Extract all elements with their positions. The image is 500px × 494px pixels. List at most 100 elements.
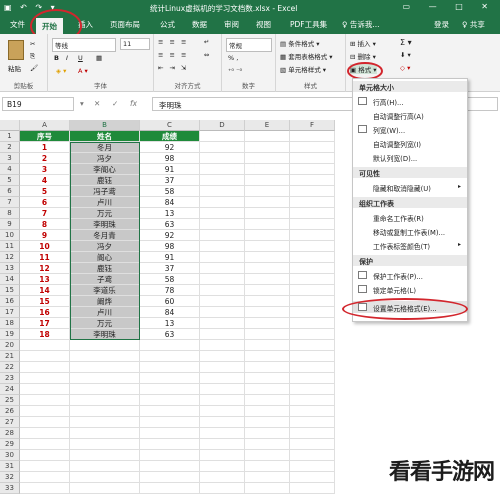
cell[interactable] [70, 395, 140, 406]
cell[interactable] [70, 373, 140, 384]
cell[interactable] [200, 142, 245, 153]
table-cell[interactable]: 冯夕 [70, 241, 140, 252]
cell[interactable] [290, 417, 335, 428]
table-cell[interactable]: 卢川 [70, 307, 140, 318]
row-header[interactable]: 10 [0, 230, 20, 241]
cell[interactable] [290, 263, 335, 274]
table-header-cell[interactable]: 序号 [20, 131, 70, 142]
autosum-button[interactable]: Σ ▾ [400, 38, 412, 47]
table-cell[interactable]: 92 [140, 142, 200, 153]
table-cell[interactable]: 37 [140, 263, 200, 274]
share-button[interactable]: ♀ 共享 [462, 19, 485, 30]
cell[interactable] [290, 395, 335, 406]
row-header[interactable]: 13 [0, 263, 20, 274]
cell[interactable] [290, 175, 335, 186]
table-cell[interactable]: 63 [140, 329, 200, 340]
cell[interactable] [290, 241, 335, 252]
row-header[interactable]: 32 [0, 472, 20, 483]
cell[interactable] [290, 131, 335, 142]
cell[interactable] [245, 483, 290, 494]
cell[interactable] [20, 472, 70, 483]
menu-item-auto-column-width[interactable]: 自动调整列宽(I) [353, 137, 467, 149]
cell[interactable] [200, 384, 245, 395]
cell[interactable] [245, 285, 290, 296]
tab-pdf-tools[interactable]: PDF工具集 [290, 19, 327, 30]
table-format-button[interactable]: ▦ 套用表格格式 ▾ [280, 51, 333, 61]
cell[interactable] [245, 307, 290, 318]
cell[interactable] [200, 131, 245, 142]
table-cell[interactable]: 98 [140, 153, 200, 164]
cell[interactable] [290, 428, 335, 439]
row-header[interactable]: 31 [0, 461, 20, 472]
cell[interactable] [20, 384, 70, 395]
row-header[interactable]: 8 [0, 208, 20, 219]
row-header[interactable]: 9 [0, 219, 20, 230]
menu-item-tab-color[interactable]: 工作表标签颜色(T) ▸ [353, 239, 467, 251]
cell[interactable] [20, 340, 70, 351]
row-header[interactable]: 30 [0, 450, 20, 461]
cell[interactable] [20, 439, 70, 450]
table-cell[interactable]: 91 [140, 164, 200, 175]
cell[interactable] [245, 241, 290, 252]
cell[interactable] [245, 329, 290, 340]
table-cell[interactable]: 13 [140, 318, 200, 329]
cell[interactable] [245, 274, 290, 285]
cell[interactable] [200, 483, 245, 494]
cell[interactable] [20, 373, 70, 384]
cell[interactable] [245, 373, 290, 384]
cell[interactable] [20, 362, 70, 373]
menu-item-default-width[interactable]: 默认列宽(D)... [353, 151, 467, 163]
tab-page-layout[interactable]: 页面布局 [110, 19, 140, 30]
cell-style-button[interactable]: ▧ 单元格样式 ▾ [280, 64, 326, 74]
cell[interactable] [200, 274, 245, 285]
table-cell[interactable]: 6 [20, 197, 70, 208]
bold-button[interactable]: B [54, 54, 59, 62]
column-header-B[interactable]: B [70, 120, 140, 131]
cell[interactable] [245, 153, 290, 164]
paste-icon[interactable] [8, 40, 24, 60]
cell[interactable] [290, 318, 335, 329]
cell[interactable] [245, 340, 290, 351]
cell[interactable] [200, 241, 245, 252]
column-header-E[interactable]: E [245, 120, 290, 131]
cell[interactable] [245, 142, 290, 153]
cell[interactable] [290, 472, 335, 483]
cell[interactable] [20, 406, 70, 417]
table-cell[interactable]: 4 [20, 175, 70, 186]
table-cell[interactable]: 63 [140, 219, 200, 230]
row-header[interactable]: 11 [0, 241, 20, 252]
merge-cells-icon[interactable]: ⇔ [204, 51, 209, 59]
row-header[interactable]: 27 [0, 417, 20, 428]
row-header[interactable]: 25 [0, 395, 20, 406]
table-cell[interactable]: 卢川 [70, 197, 140, 208]
table-cell[interactable]: 10 [20, 241, 70, 252]
cell[interactable] [200, 219, 245, 230]
tab-review[interactable]: 审阅 [224, 19, 239, 30]
row-header[interactable]: 26 [0, 406, 20, 417]
cell[interactable] [290, 153, 335, 164]
table-cell[interactable]: 李道乐 [70, 285, 140, 296]
cell[interactable] [20, 450, 70, 461]
column-header-A[interactable]: A [20, 120, 70, 131]
cell[interactable] [200, 351, 245, 362]
table-cell[interactable]: 冬月青 [70, 230, 140, 241]
sign-in-link[interactable]: 登录 [434, 19, 449, 30]
cell[interactable] [290, 329, 335, 340]
menu-item-hide-unhide[interactable]: 隐藏和取消隐藏(U) ▸ [353, 181, 467, 193]
cell[interactable] [70, 417, 140, 428]
fill-color-button[interactable]: ◈ ▾ [56, 67, 66, 75]
cell[interactable] [200, 318, 245, 329]
cell[interactable] [200, 186, 245, 197]
border-icon[interactable]: ▦ [96, 54, 102, 62]
row-header[interactable]: 3 [0, 153, 20, 164]
table-cell[interactable]: 子鸢 [70, 274, 140, 285]
indent-icons[interactable]: ⇤ ⇥ ⇲ [158, 64, 188, 72]
table-cell[interactable]: 冬月 [70, 142, 140, 153]
cell[interactable] [200, 153, 245, 164]
cell[interactable] [245, 318, 290, 329]
cell[interactable] [290, 252, 335, 263]
table-cell[interactable]: 91 [140, 252, 200, 263]
column-header-F[interactable]: F [290, 120, 335, 131]
cell[interactable] [140, 439, 200, 450]
cell[interactable] [245, 428, 290, 439]
